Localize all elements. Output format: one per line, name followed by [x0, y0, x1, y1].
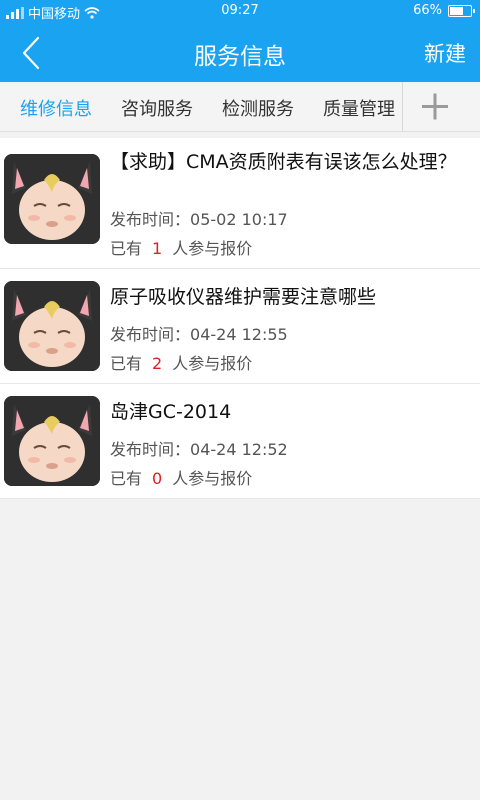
count-prefix: 已有: [110, 354, 143, 373]
quote-count: 已有 0 人参与报价: [110, 465, 252, 489]
date-value: 04-24 12:52: [190, 440, 288, 459]
post-title: 岛津GC-2014: [110, 401, 232, 423]
date-label: 发布时间：: [110, 440, 191, 459]
quote-count: 已有 2 人参与报价: [110, 350, 252, 374]
plus-icon: [422, 93, 448, 120]
post-date: 发布时间：04-24 12:55: [110, 321, 288, 345]
status-bar: 中国移动 09:27 66%: [0, 0, 480, 24]
battery-percent: 66%: [413, 3, 442, 18]
post-date: 发布时间：04-24 12:52: [110, 436, 288, 460]
avatar: [4, 281, 100, 371]
title-bar: 服务信息 新建: [0, 24, 480, 82]
list-item[interactable]: 【求助】CMA资质附表有误该怎么处理？ 发布时间：05-02 10:17 已有 1…: [0, 138, 480, 269]
page-title: 服务信息: [194, 44, 286, 70]
list-item[interactable]: 原子吸收仪器维护需要注意哪些 发布时间：04-24 12:55 已有 2 人参与报价: [0, 269, 480, 384]
count-suffix: 人参与报价: [172, 469, 253, 488]
battery-fill: [450, 6, 463, 15]
count-prefix: 已有: [110, 239, 143, 258]
date-value: 05-02 10:17: [190, 210, 288, 229]
date-label: 发布时间：: [110, 325, 191, 344]
battery-icon: [448, 4, 475, 17]
tab-quality[interactable]: 质量管理: [323, 95, 395, 121]
tab-testing[interactable]: 检测服务: [222, 95, 294, 121]
tab-repair-info[interactable]: 维修信息: [20, 95, 92, 121]
list-item[interactable]: 岛津GC-2014 发布时间：04-24 12:52 已有 0 人参与报价: [0, 384, 480, 499]
count-suffix: 人参与报价: [172, 239, 253, 258]
post-list: 【求助】CMA资质附表有误该怎么处理？ 发布时间：05-02 10:17 已有 1…: [0, 138, 480, 499]
tab-consulting[interactable]: 咨询服务: [121, 95, 193, 121]
avatar: [4, 154, 100, 244]
post-title: 【求助】CMA资质附表有误该怎么处理？: [110, 151, 457, 173]
post-title: 原子吸收仪器维护需要注意哪些: [110, 286, 377, 308]
date-label: 发布时间：: [110, 210, 191, 229]
count-value: 0: [152, 469, 163, 488]
post-date: 发布时间：05-02 10:17: [110, 206, 288, 230]
add-tab-button[interactable]: [403, 82, 480, 132]
count-prefix: 已有: [110, 469, 143, 488]
count-suffix: 人参与报价: [172, 354, 253, 373]
avatar: [4, 396, 100, 486]
quote-count: 已有 1 人参与报价: [110, 235, 252, 259]
tab-strip: 维修信息 咨询服务 检测服务 质量管理: [0, 82, 402, 132]
count-value: 2: [152, 354, 163, 373]
new-button[interactable]: 新建: [424, 38, 466, 68]
category-tabs: 维修信息 咨询服务 检测服务 质量管理: [0, 82, 480, 132]
date-value: 04-24 12:55: [190, 325, 288, 344]
status-time: 09:27: [221, 3, 259, 18]
count-value: 1: [152, 239, 163, 258]
status-right: 66%: [413, 3, 475, 18]
